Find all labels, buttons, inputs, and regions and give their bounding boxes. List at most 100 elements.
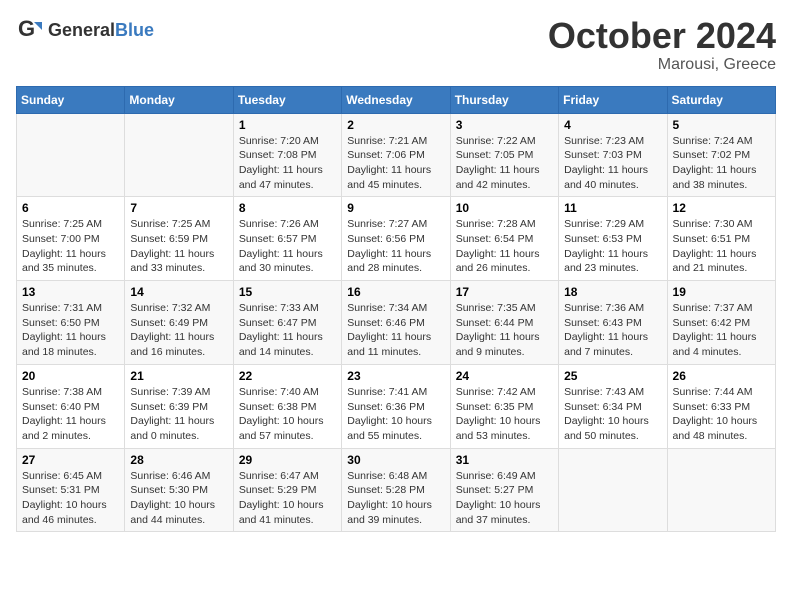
calendar-day-cell: 28 Sunrise: 6:46 AM Sunset: 5:30 PM Dayli… (125, 448, 233, 532)
weekday-header-cell: Monday (125, 86, 233, 113)
day-number: 25 (564, 369, 661, 383)
calendar-day-cell: 2 Sunrise: 7:21 AM Sunset: 7:06 PM Daylig… (342, 113, 450, 197)
page-header: G GeneralBlue October 2024 Marousi, Gree… (16, 16, 776, 74)
calendar-day-cell: 11 Sunrise: 7:29 AM Sunset: 6:53 PM Dayli… (559, 197, 667, 281)
day-number: 18 (564, 285, 661, 299)
calendar-day-cell: 19 Sunrise: 7:37 AM Sunset: 6:42 PM Dayli… (667, 281, 775, 365)
day-number: 2 (347, 118, 444, 132)
day-number: 20 (22, 369, 119, 383)
calendar-day-cell: 31 Sunrise: 6:49 AM Sunset: 5:27 PM Dayli… (450, 448, 558, 532)
day-number: 11 (564, 201, 661, 215)
day-number: 1 (239, 118, 336, 132)
day-info: Sunrise: 7:39 AM Sunset: 6:39 PM Dayligh… (130, 385, 227, 444)
month-title: October 2024 (548, 16, 776, 56)
calendar-table: SundayMondayTuesdayWednesdayThursdayFrid… (16, 86, 776, 533)
calendar-day-cell: 18 Sunrise: 7:36 AM Sunset: 6:43 PM Dayli… (559, 281, 667, 365)
day-number: 13 (22, 285, 119, 299)
title-block: October 2024 Marousi, Greece (548, 16, 776, 74)
calendar-week-row: 27Sunrise: 6:45 AM Sunset: 5:31 PM Dayli… (17, 448, 776, 532)
day-number: 30 (347, 453, 444, 467)
day-number: 10 (456, 201, 553, 215)
day-number: 21 (130, 369, 227, 383)
day-info: Sunrise: 7:36 AM Sunset: 6:43 PM Dayligh… (564, 301, 661, 360)
day-info: Sunrise: 7:24 AM Sunset: 7:02 PM Dayligh… (673, 134, 770, 193)
calendar-week-row: 1 Sunrise: 7:20 AM Sunset: 7:08 PM Daylig… (17, 113, 776, 197)
weekday-header-cell: Thursday (450, 86, 558, 113)
calendar-day-cell: 8Sunrise: 7:26 AM Sunset: 6:57 PM Daylig… (233, 197, 341, 281)
logo-icon: G (16, 16, 44, 44)
calendar-day-cell: 25 Sunrise: 7:43 AM Sunset: 6:34 PM Dayli… (559, 364, 667, 448)
day-info: Sunrise: 7:33 AM Sunset: 6:47 PM Dayligh… (239, 301, 336, 360)
weekday-header-cell: Friday (559, 86, 667, 113)
calendar-day-cell: 13Sunrise: 7:31 AM Sunset: 6:50 PM Dayli… (17, 281, 125, 365)
calendar-day-cell: 14 Sunrise: 7:32 AM Sunset: 6:49 PM Dayli… (125, 281, 233, 365)
day-info: Sunrise: 7:34 AM Sunset: 6:46 PM Dayligh… (347, 301, 444, 360)
day-number: 6 (22, 201, 119, 215)
day-info: Sunrise: 7:25 AM Sunset: 7:00 PM Dayligh… (22, 217, 119, 276)
day-number: 29 (239, 453, 336, 467)
day-info: Sunrise: 7:29 AM Sunset: 6:53 PM Dayligh… (564, 217, 661, 276)
day-info: Sunrise: 7:42 AM Sunset: 6:35 PM Dayligh… (456, 385, 553, 444)
calendar-day-cell: 5Sunrise: 7:24 AM Sunset: 7:02 PM Daylig… (667, 113, 775, 197)
day-info: Sunrise: 7:40 AM Sunset: 6:38 PM Dayligh… (239, 385, 336, 444)
calendar-day-cell (559, 448, 667, 532)
day-number: 28 (130, 453, 227, 467)
day-number: 19 (673, 285, 770, 299)
logo-general: General (48, 20, 115, 40)
calendar-day-cell: 1 Sunrise: 7:20 AM Sunset: 7:08 PM Daylig… (233, 113, 341, 197)
calendar-day-cell: 26Sunrise: 7:44 AM Sunset: 6:33 PM Dayli… (667, 364, 775, 448)
day-number: 24 (456, 369, 553, 383)
weekday-header-cell: Tuesday (233, 86, 341, 113)
calendar-day-cell: 24 Sunrise: 7:42 AM Sunset: 6:35 PM Dayli… (450, 364, 558, 448)
day-info: Sunrise: 7:25 AM Sunset: 6:59 PM Dayligh… (130, 217, 227, 276)
svg-text:G: G (18, 16, 35, 41)
calendar-day-cell: 6 Sunrise: 7:25 AM Sunset: 7:00 PM Daylig… (17, 197, 125, 281)
calendar-day-cell (17, 113, 125, 197)
day-number: 23 (347, 369, 444, 383)
calendar-day-cell: 16 Sunrise: 7:34 AM Sunset: 6:46 PM Dayli… (342, 281, 450, 365)
weekday-header-cell: Saturday (667, 86, 775, 113)
calendar-day-cell: 4Sunrise: 7:23 AM Sunset: 7:03 PM Daylig… (559, 113, 667, 197)
day-number: 31 (456, 453, 553, 467)
day-number: 16 (347, 285, 444, 299)
day-info: Sunrise: 6:45 AM Sunset: 5:31 PM Dayligh… (22, 469, 119, 528)
day-info: Sunrise: 7:35 AM Sunset: 6:44 PM Dayligh… (456, 301, 553, 360)
day-number: 17 (456, 285, 553, 299)
calendar-day-cell: 23 Sunrise: 7:41 AM Sunset: 6:36 PM Dayli… (342, 364, 450, 448)
day-number: 7 (130, 201, 227, 215)
day-number: 12 (673, 201, 770, 215)
day-info: Sunrise: 7:22 AM Sunset: 7:05 PM Dayligh… (456, 134, 553, 193)
day-info: Sunrise: 7:21 AM Sunset: 7:06 PM Dayligh… (347, 134, 444, 193)
day-info: Sunrise: 7:43 AM Sunset: 6:34 PM Dayligh… (564, 385, 661, 444)
day-info: Sunrise: 7:28 AM Sunset: 6:54 PM Dayligh… (456, 217, 553, 276)
day-info: Sunrise: 7:20 AM Sunset: 7:08 PM Dayligh… (239, 134, 336, 193)
day-info: Sunrise: 7:32 AM Sunset: 6:49 PM Dayligh… (130, 301, 227, 360)
day-info: Sunrise: 7:37 AM Sunset: 6:42 PM Dayligh… (673, 301, 770, 360)
day-number: 3 (456, 118, 553, 132)
weekday-header-cell: Wednesday (342, 86, 450, 113)
day-number: 9 (347, 201, 444, 215)
calendar-week-row: 13Sunrise: 7:31 AM Sunset: 6:50 PM Dayli… (17, 281, 776, 365)
calendar-day-cell: 9 Sunrise: 7:27 AM Sunset: 6:56 PM Daylig… (342, 197, 450, 281)
calendar-day-cell: 15Sunrise: 7:33 AM Sunset: 6:47 PM Dayli… (233, 281, 341, 365)
day-info: Sunrise: 7:44 AM Sunset: 6:33 PM Dayligh… (673, 385, 770, 444)
calendar-day-cell: 30Sunrise: 6:48 AM Sunset: 5:28 PM Dayli… (342, 448, 450, 532)
day-info: Sunrise: 7:41 AM Sunset: 6:36 PM Dayligh… (347, 385, 444, 444)
day-number: 14 (130, 285, 227, 299)
calendar-day-cell: 12 Sunrise: 7:30 AM Sunset: 6:51 PM Dayli… (667, 197, 775, 281)
day-info: Sunrise: 7:23 AM Sunset: 7:03 PM Dayligh… (564, 134, 661, 193)
calendar-day-cell: 22Sunrise: 7:40 AM Sunset: 6:38 PM Dayli… (233, 364, 341, 448)
day-info: Sunrise: 6:49 AM Sunset: 5:27 PM Dayligh… (456, 469, 553, 528)
calendar-day-cell: 10 Sunrise: 7:28 AM Sunset: 6:54 PM Dayli… (450, 197, 558, 281)
day-info: Sunrise: 7:38 AM Sunset: 6:40 PM Dayligh… (22, 385, 119, 444)
day-info: Sunrise: 7:30 AM Sunset: 6:51 PM Dayligh… (673, 217, 770, 276)
calendar-day-cell (667, 448, 775, 532)
day-info: Sunrise: 6:46 AM Sunset: 5:30 PM Dayligh… (130, 469, 227, 528)
calendar-day-cell: 7 Sunrise: 7:25 AM Sunset: 6:59 PM Daylig… (125, 197, 233, 281)
logo: G GeneralBlue (16, 16, 154, 44)
location-title: Marousi, Greece (548, 56, 776, 74)
calendar-week-row: 20 Sunrise: 7:38 AM Sunset: 6:40 PM Dayli… (17, 364, 776, 448)
calendar-body: 1 Sunrise: 7:20 AM Sunset: 7:08 PM Daylig… (17, 113, 776, 532)
day-info: Sunrise: 7:27 AM Sunset: 6:56 PM Dayligh… (347, 217, 444, 276)
calendar-day-cell: 3 Sunrise: 7:22 AM Sunset: 7:05 PM Daylig… (450, 113, 558, 197)
